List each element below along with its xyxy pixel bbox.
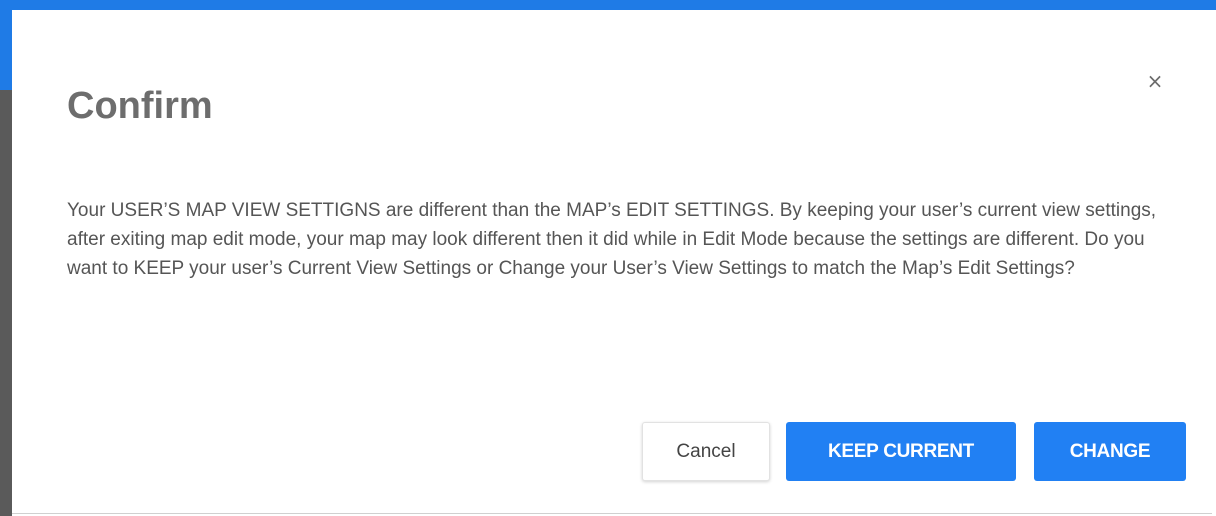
keep-current-button[interactable]: KEEP CURRENT [786, 422, 1016, 481]
confirm-dialog: × Confirm Your USER’S MAP VIEW SETTIGNS … [12, 10, 1212, 514]
dialog-footer: Cancel KEEP CURRENT CHANGE [12, 421, 1212, 483]
backdrop-top-bar [0, 0, 1216, 10]
dialog-title: Confirm [67, 85, 213, 127]
close-icon[interactable]: × [1140, 66, 1170, 96]
cancel-button[interactable]: Cancel [642, 422, 770, 481]
change-button[interactable]: CHANGE [1034, 422, 1186, 481]
dialog-message: Your USER’S MAP VIEW SETTIGNS are differ… [67, 200, 1157, 279]
backdrop-left-accent [0, 0, 12, 90]
